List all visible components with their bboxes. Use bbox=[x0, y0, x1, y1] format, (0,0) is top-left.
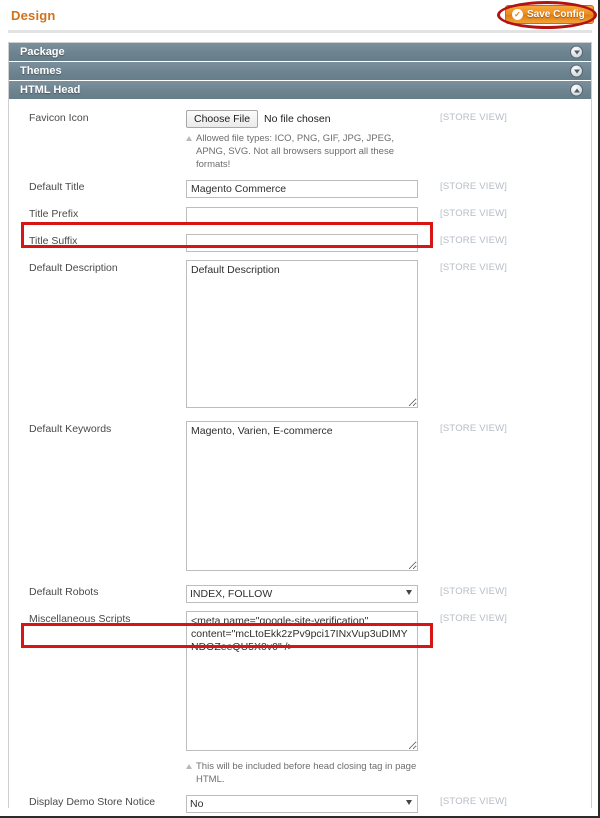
field-label-default-description: Default Description bbox=[29, 262, 118, 274]
file-upload-line: Choose File No file chosen bbox=[186, 110, 418, 128]
section-header-html-head[interactable]: HTML Head bbox=[9, 81, 591, 100]
chevron-down-icon[interactable] bbox=[570, 64, 583, 78]
warning-triangle-icon bbox=[186, 136, 192, 141]
config-panel: Package Themes HTML Head Favicon Icon Ch… bbox=[8, 42, 592, 816]
misc-scripts-textarea[interactable]: <meta name="google-site-verification" co… bbox=[186, 611, 418, 751]
field-row-title-prefix: Title Prefix [STORE VIEW] bbox=[9, 206, 591, 225]
save-config-button[interactable]: ✓ Save Config bbox=[505, 5, 594, 24]
default-keywords-textarea[interactable]: Magento, Varien, E-commerce bbox=[186, 421, 418, 571]
field-label-default-robots: Default Robots bbox=[29, 586, 99, 598]
field-label-favicon-icon: Favicon Icon bbox=[29, 112, 89, 124]
field-note-favicon: Allowed file types: ICO, PNG, GIF, JPG, … bbox=[186, 132, 418, 171]
field-row-demo-store-notice: Display Demo Store Notice No [STORE VIEW… bbox=[9, 794, 591, 813]
section-header-themes[interactable]: Themes bbox=[9, 62, 591, 81]
field-note-text: This will be included before head closin… bbox=[196, 761, 417, 785]
field-control-favicon-icon: Choose File No file chosen Allowed file … bbox=[186, 110, 418, 171]
field-row-default-robots: Default Robots INDEX, FOLLOW [STORE VIEW… bbox=[9, 584, 591, 603]
header-divider bbox=[8, 30, 592, 33]
field-row-default-keywords: Default Keywords Magento, Varien, E-comm… bbox=[9, 421, 591, 576]
field-label-default-title: Default Title bbox=[29, 181, 85, 193]
choose-file-button[interactable]: Choose File bbox=[186, 110, 259, 128]
html-head-section-body: Favicon Icon Choose File No file chosen … bbox=[9, 100, 591, 816]
scope-label-title-prefix: [STORE VIEW] bbox=[440, 208, 508, 219]
scope-label-default-title: [STORE VIEW] bbox=[440, 181, 508, 192]
field-label-default-keywords: Default Keywords bbox=[29, 423, 112, 435]
field-row-default-description: Default Description Default Description … bbox=[9, 260, 591, 413]
chevron-up-icon[interactable] bbox=[570, 83, 583, 97]
design-config-screenshot: Design ✓ Save Config Package Themes HTML… bbox=[0, 0, 600, 818]
field-label-demo-store-notice: Display Demo Store Notice bbox=[29, 796, 156, 808]
section-header-package[interactable]: Package bbox=[9, 43, 591, 62]
scope-label-default-keywords: [STORE VIEW] bbox=[440, 423, 508, 434]
file-status-text: No file chosen bbox=[264, 113, 331, 125]
default-title-input[interactable] bbox=[186, 180, 418, 198]
field-label-misc-scripts: Miscellaneous Scripts bbox=[29, 613, 131, 625]
field-control-title-suffix bbox=[186, 233, 418, 252]
default-robots-select[interactable]: INDEX, FOLLOW bbox=[186, 585, 418, 603]
field-control-default-robots: INDEX, FOLLOW bbox=[186, 584, 418, 603]
check-circle-icon: ✓ bbox=[512, 9, 523, 20]
field-control-title-prefix bbox=[186, 206, 418, 225]
scope-label-favicon: [STORE VIEW] bbox=[440, 112, 508, 123]
warning-triangle-icon bbox=[186, 764, 192, 769]
scope-label-demo-store-notice: [STORE VIEW] bbox=[440, 796, 508, 807]
field-row-default-title: Default Title [STORE VIEW] bbox=[9, 179, 591, 198]
field-control-misc-scripts: <meta name="google-site-verification" co… bbox=[186, 611, 418, 786]
page-title: Design bbox=[11, 8, 56, 23]
demo-store-notice-select[interactable]: No bbox=[186, 795, 418, 813]
field-control-default-title bbox=[186, 179, 418, 198]
field-row-title-suffix: Title Suffix [STORE VIEW] bbox=[9, 233, 591, 252]
title-prefix-input[interactable] bbox=[186, 207, 418, 225]
field-label-title-prefix: Title Prefix bbox=[29, 208, 79, 220]
field-control-default-keywords: Magento, Varien, E-commerce bbox=[186, 421, 418, 576]
scope-label-default-description: [STORE VIEW] bbox=[440, 262, 508, 273]
save-config-label: Save Config bbox=[527, 9, 585, 20]
section-label-package: Package bbox=[20, 46, 65, 58]
field-control-default-description: Default Description bbox=[186, 260, 418, 413]
scope-label-misc-scripts: [STORE VIEW] bbox=[440, 613, 508, 624]
field-label-title-suffix: Title Suffix bbox=[29, 235, 78, 247]
field-row-favicon-icon: Favicon Icon Choose File No file chosen … bbox=[9, 110, 591, 171]
field-note-misc-scripts: This will be included before head closin… bbox=[186, 760, 418, 786]
section-label-themes: Themes bbox=[20, 65, 62, 77]
chevron-down-icon[interactable] bbox=[570, 45, 583, 59]
page-header: Design ✓ Save Config bbox=[0, 0, 598, 34]
scope-label-default-robots: [STORE VIEW] bbox=[440, 586, 508, 597]
title-suffix-input[interactable] bbox=[186, 234, 418, 252]
scope-label-title-suffix: [STORE VIEW] bbox=[440, 235, 508, 246]
default-description-textarea[interactable]: Default Description bbox=[186, 260, 418, 408]
field-row-misc-scripts: Miscellaneous Scripts <meta name="google… bbox=[9, 611, 591, 786]
field-note-text: Allowed file types: ICO, PNG, GIF, JPG, … bbox=[196, 133, 394, 170]
field-control-demo-store-notice: No bbox=[186, 794, 418, 813]
section-label-html-head: HTML Head bbox=[20, 84, 81, 96]
